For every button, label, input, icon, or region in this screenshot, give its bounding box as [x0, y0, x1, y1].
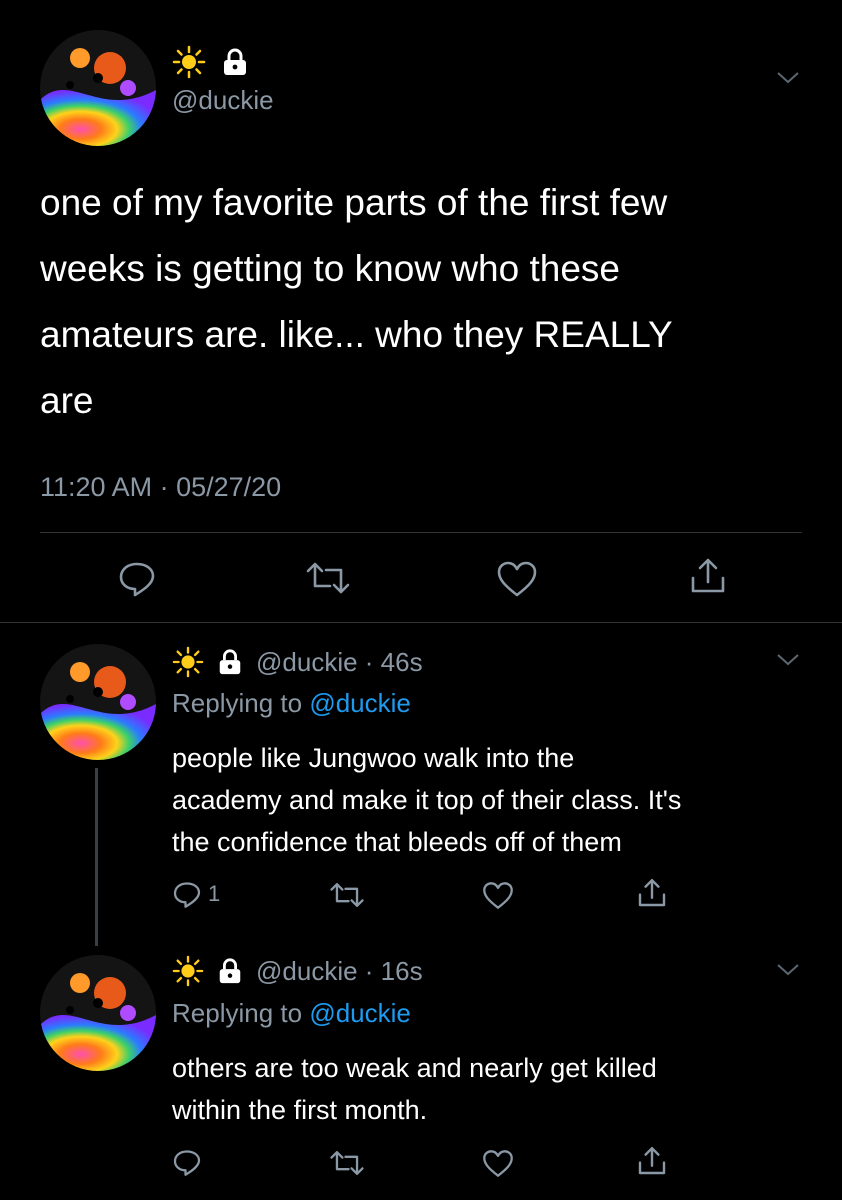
share-icon[interactable]	[688, 556, 728, 596]
main-name-row	[172, 44, 250, 80]
lock-emoji-icon	[216, 648, 244, 676]
reply2-header: @duckie · 16s	[172, 953, 423, 989]
reply1-replying-to: Replying to @duckie	[172, 688, 411, 719]
tweet-line: weeks is getting to know who these	[40, 248, 620, 289]
lock-emoji-icon	[220, 47, 250, 77]
main-timestamp[interactable]: 11:20 AM · 05/27/20	[40, 472, 281, 503]
main-divider	[40, 532, 802, 533]
tweet-line: academy and make it top of their class. …	[172, 785, 682, 815]
like-icon[interactable]	[482, 1149, 514, 1178]
replying-handle-link[interactable]: @duckie	[309, 998, 411, 1028]
reply2-avatar[interactable]	[40, 955, 156, 1071]
reply-icon[interactable]	[172, 1147, 202, 1177]
chevron-down-icon[interactable]	[776, 652, 800, 668]
share-icon[interactable]	[636, 877, 668, 909]
reply2-replying-to: Replying to @duckie	[172, 998, 411, 1029]
reply1-text: people like Jungwoo walk into the academ…	[172, 737, 812, 863]
tweet-line: amateurs are. like... who they REALLY	[40, 314, 673, 355]
retweet-icon[interactable]	[330, 1149, 364, 1177]
reply-icon[interactable]	[172, 879, 202, 909]
chevron-down-icon[interactable]	[776, 962, 800, 978]
share-icon[interactable]	[636, 1145, 668, 1177]
tweet-line: within the first month.	[172, 1095, 428, 1125]
replying-prefix: Replying to	[172, 998, 310, 1028]
replying-handle-link[interactable]: @duckie	[309, 688, 411, 718]
reply2-handle-time[interactable]: @duckie · 16s	[256, 956, 423, 987]
tweet-line: one of my favorite parts of the first fe…	[40, 182, 668, 223]
replying-prefix: Replying to	[172, 688, 310, 718]
like-icon[interactable]	[482, 881, 514, 910]
thread-line	[95, 768, 98, 946]
reply1-reply-action[interactable]: 1	[172, 879, 220, 909]
tweet-line: others are too weak and nearly get kille…	[172, 1053, 657, 1083]
main-handle[interactable]: @duckie	[172, 85, 274, 116]
lock-emoji-icon	[216, 957, 244, 985]
sun-emoji-icon	[172, 646, 204, 678]
like-icon[interactable]	[496, 560, 538, 598]
tweet-line: are	[40, 380, 94, 421]
sun-emoji-icon	[172, 45, 206, 79]
reply-icon[interactable]	[117, 558, 157, 598]
section-divider	[0, 622, 842, 623]
chevron-down-icon[interactable]	[776, 70, 800, 86]
retweet-icon[interactable]	[306, 560, 350, 596]
reply1-avatar[interactable]	[40, 644, 156, 760]
main-avatar[interactable]	[40, 30, 156, 146]
reply2-text: others are too weak and nearly get kille…	[172, 1047, 812, 1131]
reply-count: 1	[208, 881, 221, 906]
main-tweet-text: one of my favorite parts of the first fe…	[40, 170, 820, 434]
reply1-handle-time[interactable]: @duckie · 46s	[256, 647, 423, 678]
reply1-header: @duckie · 46s	[172, 644, 423, 680]
sun-emoji-icon	[172, 955, 204, 987]
tweet-line: people like Jungwoo walk into the	[172, 743, 575, 773]
tweet-line: the confidence that bleeds off of them	[172, 827, 622, 857]
retweet-icon[interactable]	[330, 881, 364, 909]
